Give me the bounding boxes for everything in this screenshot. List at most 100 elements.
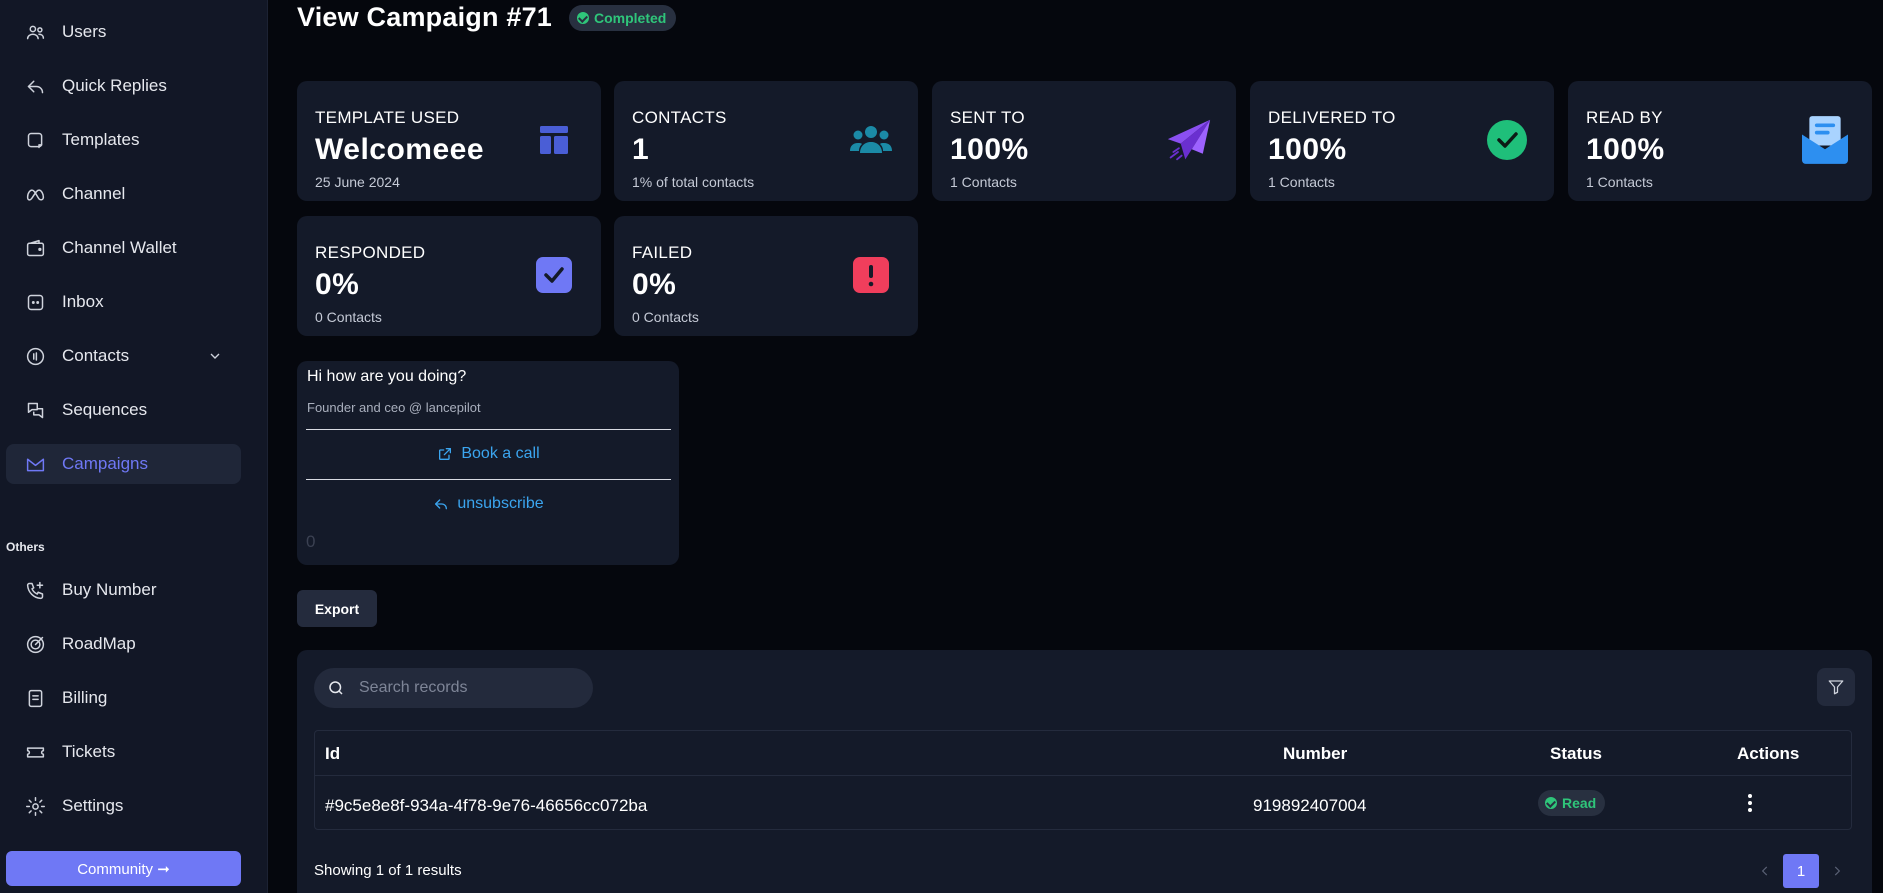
paper-plane-icon [1166,117,1212,163]
stat-sub: 1 Contacts [1586,174,1653,190]
check-circle-icon [1484,117,1530,163]
sidebar-item-sequences[interactable]: Sequences [6,390,241,430]
stat-card-template-used: TEMPLATE USED Welcomeee 25 June 2024 [297,81,601,201]
records-table: Id Number Status Actions #9c5e8e8f-934a-… [314,730,1852,830]
stat-label: SENT TO [950,108,1025,127]
template-icon [24,129,46,151]
sidebar-item-inbox[interactable]: Inbox [6,282,241,322]
next-page-button[interactable] [1819,854,1855,888]
sidebar-item-label: Settings [62,796,124,815]
stat-value: 100% [950,133,1029,166]
stat-label: FAILED [632,243,693,262]
stat-value: Welcomeee [315,133,485,166]
sidebar-item-label: Channel Wallet [62,238,177,257]
page-number-button[interactable]: 1 [1783,854,1819,888]
preview-footer: Founder and ceo @ lancepilot [307,400,481,415]
people-group-icon [848,117,894,163]
sidebar-item-campaigns[interactable]: Campaigns [6,444,241,484]
search-input[interactable] [359,679,579,697]
filter-icon [1828,680,1844,695]
sidebar-item-label: Channel [62,184,126,203]
stat-sub: 1 Contacts [950,174,1017,190]
stat-label: CONTACTS [632,108,727,127]
contacts-icon [24,345,46,367]
sequences-icon [24,399,46,421]
sidebar-item-roadmap[interactable]: RoadMap [6,624,241,664]
stat-card-responded: RESPONDED 0% 0 Contacts [297,216,601,336]
sidebar-item-label: Quick Replies [62,76,167,95]
stat-label: RESPONDED [315,243,426,262]
sidebar-item-users[interactable]: Users [6,12,241,52]
check-circle-icon [1545,797,1557,809]
search-icon [329,681,343,695]
pagination: 1 [1747,854,1855,888]
stat-value: 0% [632,268,677,301]
sidebar-item-channel-wallet[interactable]: Channel Wallet [6,228,241,268]
stat-sub: 1% of total contacts [632,174,755,190]
stat-sub: 1 Contacts [1268,174,1335,190]
sidebar-item-billing[interactable]: Billing [6,678,241,718]
sidebar-item-quick-replies[interactable]: Quick Replies [6,66,241,106]
divider [306,429,671,430]
unsubscribe-button[interactable]: unsubscribe [306,492,671,516]
stat-sub: 25 June 2024 [315,174,400,190]
sidebar-item-tickets[interactable]: Tickets [6,732,241,772]
wallet-icon [24,237,46,259]
target-icon [24,633,46,655]
page-title: View Campaign #71 [297,2,553,32]
sidebar-item-label: Billing [62,688,108,707]
chevron-right-icon [1834,866,1841,876]
sidebar-item-contacts[interactable]: Contacts [6,336,241,376]
meta-icon [24,183,46,205]
column-header-id[interactable]: Id [325,744,340,764]
gear-icon [24,795,46,817]
status-badge: Read [1538,790,1606,816]
billing-icon [24,687,46,709]
stat-value: 0% [315,268,360,301]
stat-sub: 0 Contacts [632,309,699,325]
stat-value: 100% [1586,133,1665,166]
stat-value: 1 [632,133,650,166]
column-header-number[interactable]: Number [1283,744,1347,764]
stat-card-contacts: CONTACTS 1 1% of total contacts [614,81,918,201]
sidebar-item-label: Users [62,22,107,41]
check-square-icon [531,252,577,298]
cell-id: #9c5e8e8f-934a-4f78-9e76-46656cc072ba [325,796,648,815]
reply-icon [24,75,46,97]
divider [306,479,671,480]
stat-value: 100% [1268,133,1347,166]
open-envelope-icon [1802,116,1848,164]
sidebar-item-label: Contacts [62,346,130,365]
stat-card-delivered-to: DELIVERED TO 100% 1 Contacts [1250,81,1554,201]
users-icon [24,21,46,43]
book-a-call-button[interactable]: Book a call [306,442,671,466]
sidebar-item-templates[interactable]: Templates [6,120,241,160]
sidebar-item-channel[interactable]: Channel [6,174,241,214]
status-badge-label: Completed [594,10,667,26]
chevron-left-icon [1761,866,1768,876]
campaigns-icon [24,453,46,475]
community-button[interactable]: Community ➞ [6,851,241,886]
chevron-down-icon[interactable] [207,348,223,369]
external-link-icon [439,448,452,460]
sidebar-item-label: Campaigns [62,454,148,473]
alert-icon [848,252,894,298]
template-preview: Hi how are you doing? Founder and ceo @ … [297,361,679,565]
sidebar-item-settings[interactable]: Settings [6,786,241,826]
sidebar-item-label: Buy Number [62,580,157,599]
previous-page-button[interactable] [1747,854,1783,888]
preview-message: Hi how are you doing? [307,368,467,385]
export-button[interactable]: Export [297,590,377,627]
column-header-status[interactable]: Status [1550,744,1602,764]
sidebar-item-buy-number[interactable]: Buy Number [6,570,241,610]
row-actions-menu-icon[interactable] [1738,791,1762,815]
status-badge: Completed [569,5,677,31]
stat-sub: 0 Contacts [315,309,382,325]
ticket-icon [24,741,46,763]
sidebar-item-label: Templates [62,130,140,149]
inbox-icon [24,291,46,313]
stat-label: READ BY [1586,108,1663,127]
stat-card-failed: FAILED 0% 0 Contacts [614,216,918,336]
filter-button[interactable] [1817,668,1855,706]
stat-label: TEMPLATE USED [315,108,460,127]
